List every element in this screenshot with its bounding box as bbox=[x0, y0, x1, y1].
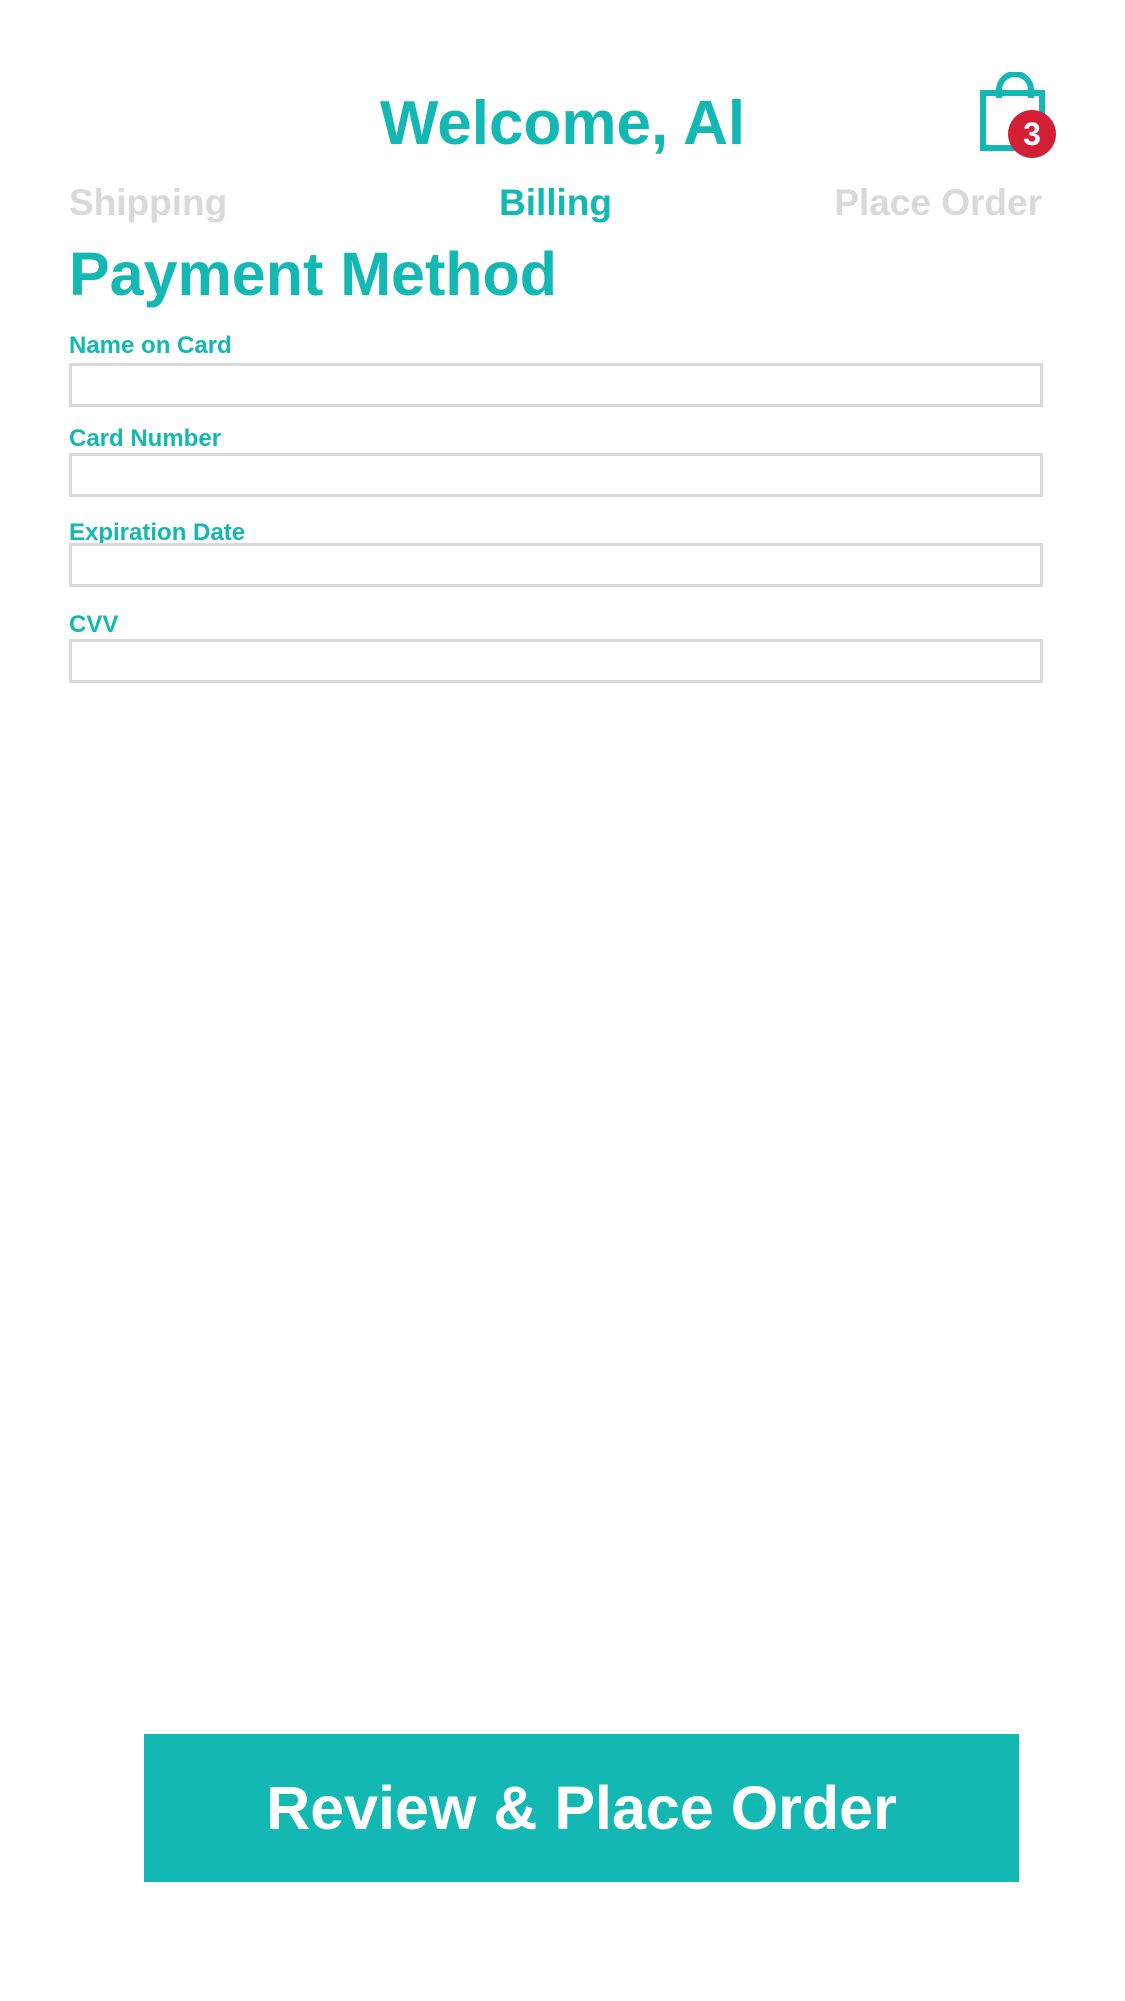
card-number-label: Card Number bbox=[69, 425, 222, 452]
checkout-steps: Shipping Billing Place Order bbox=[69, 180, 1042, 226]
card-number-input[interactable] bbox=[69, 453, 1043, 497]
cvv-label: CVV bbox=[69, 611, 119, 638]
name-on-card-label: Name on Card bbox=[69, 332, 232, 359]
name-on-card-input[interactable] bbox=[69, 363, 1043, 407]
cvv-input[interactable] bbox=[69, 639, 1043, 683]
review-place-order-button[interactable]: Review & Place Order bbox=[144, 1734, 1019, 1882]
payment-method-heading: Payment Method bbox=[69, 240, 558, 308]
cart-count-badge: 3 bbox=[1008, 110, 1056, 158]
step-place-order[interactable]: Place Order bbox=[834, 180, 1042, 226]
page-title: Welcome, Al bbox=[379, 89, 746, 158]
expiration-date-input[interactable] bbox=[69, 543, 1043, 587]
